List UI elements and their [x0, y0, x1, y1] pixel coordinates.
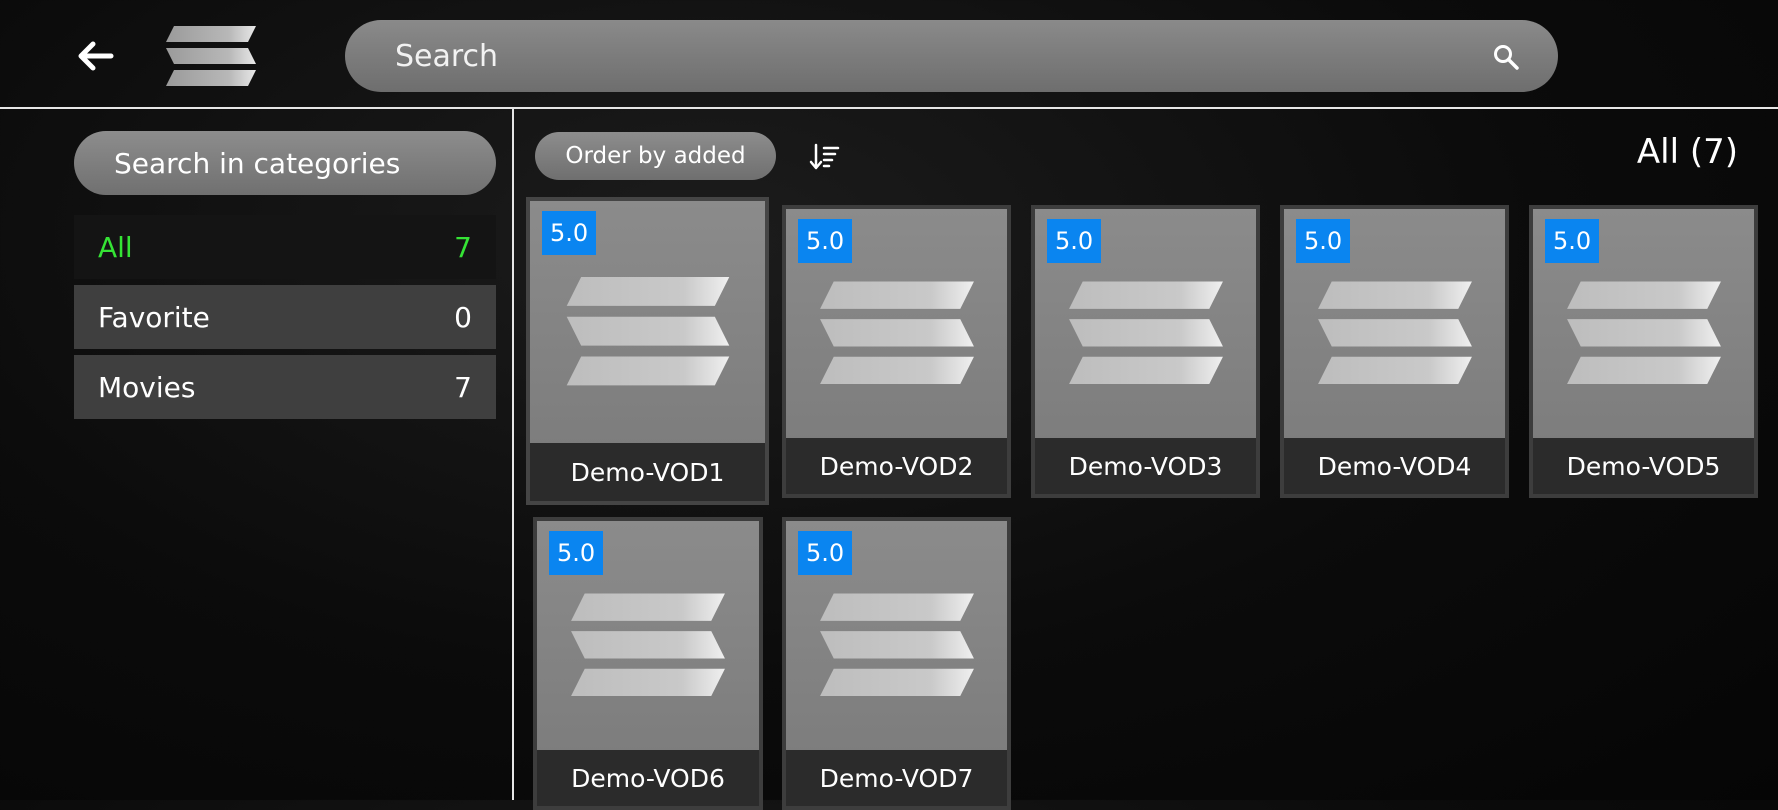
back-arrow-icon — [78, 41, 114, 71]
category-item-favorite[interactable]: Favorite 0 — [74, 285, 496, 349]
movie-title: Demo-VOD2 — [786, 438, 1007, 494]
movie-title: Demo-VOD3 — [1035, 438, 1256, 494]
movie-card[interactable]: 5.0 Demo-VOD5 — [1529, 205, 1758, 498]
stripes-placeholder-icon — [1068, 280, 1223, 384]
movie-title: Demo-VOD7 — [786, 750, 1007, 806]
movie-title: Demo-VOD5 — [1533, 438, 1754, 494]
rating-badge: 5.0 — [549, 531, 604, 575]
category-count: 7 — [454, 230, 472, 264]
rating-badge: 5.0 — [798, 531, 853, 575]
movie-card[interactable]: 5.0 Demo-VOD3 — [1031, 205, 1260, 498]
category-label: All — [98, 230, 133, 264]
stripes-placeholder-icon — [1566, 280, 1721, 384]
stripes-placeholder-icon — [571, 592, 725, 696]
category-label: Favorite — [98, 300, 210, 334]
rating-badge: 5.0 — [1296, 219, 1351, 263]
rating-badge: 5.0 — [542, 211, 597, 255]
stripes-placeholder-icon — [566, 276, 729, 386]
stripes-placeholder-icon — [1317, 280, 1472, 384]
stripes-placeholder-icon — [819, 280, 974, 384]
movie-card[interactable]: 5.0 Demo-VOD7 — [782, 517, 1011, 810]
category-search-button[interactable]: Search in categories — [74, 131, 496, 195]
category-count: 0 — [454, 300, 472, 334]
movie-card[interactable]: 5.0 Demo-VOD2 — [782, 205, 1011, 498]
movie-title: Demo-VOD1 — [530, 443, 765, 501]
app-logo-icon — [166, 26, 256, 86]
top-bar — [0, 0, 1778, 109]
rating-badge: 5.0 — [798, 219, 853, 263]
movie-title: Demo-VOD6 — [537, 750, 759, 806]
results-count-title: All (7) — [1636, 132, 1738, 172]
category-label: Movies — [98, 370, 196, 404]
back-button[interactable] — [70, 36, 120, 76]
rating-badge: 5.0 — [1545, 219, 1600, 263]
sort-icon[interactable] — [808, 140, 842, 174]
search-icon[interactable] — [1492, 43, 1520, 71]
movie-title: Demo-VOD4 — [1284, 438, 1505, 494]
category-item-movies[interactable]: Movies 7 — [74, 355, 496, 419]
search-bar — [345, 20, 1558, 92]
category-item-all[interactable]: All 7 — [74, 215, 496, 279]
movie-card[interactable]: 5.0 Demo-VOD4 — [1280, 205, 1509, 498]
rating-badge: 5.0 — [1047, 219, 1102, 263]
movie-card[interactable]: 5.0 Demo-VOD6 — [533, 517, 763, 810]
search-input[interactable] — [393, 37, 1498, 75]
category-count: 7 — [454, 370, 472, 404]
panel-divider — [512, 109, 514, 800]
stripes-placeholder-icon — [819, 592, 974, 696]
order-by-button[interactable]: Order by added — [535, 132, 776, 180]
movie-card[interactable]: 5.0 Demo-VOD1 — [526, 197, 769, 505]
